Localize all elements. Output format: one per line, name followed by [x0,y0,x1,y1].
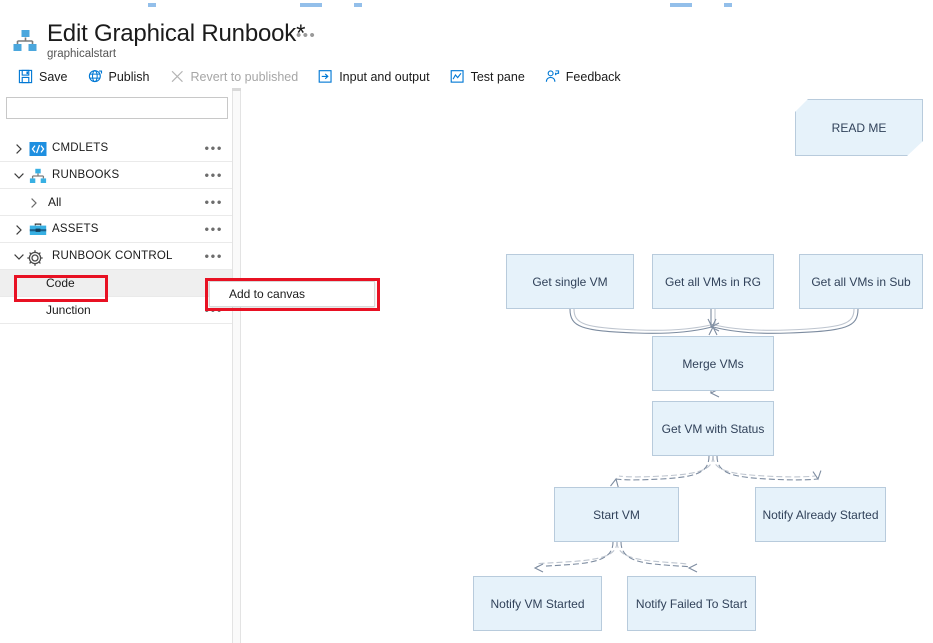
command-toolbar: Save Publish Revert to published Input a… [0,63,933,90]
canvas-node-get-single-vm[interactable]: Get single VM [506,254,634,309]
canvas-node-label: READ ME [831,120,887,135]
chevron-right-icon[interactable] [12,223,26,237]
canvas-node-notify-failed-to-start[interactable]: Notify Failed To Start [627,576,756,631]
publish-button-label: Publish [108,69,150,84]
canvas-node-get-all-vms-in-rg[interactable]: Get all VMs in RG [652,254,774,309]
tree-item-menu-button[interactable]: ••• [205,250,223,263]
tree-item-menu-button[interactable]: ••• [205,142,223,155]
save-button-label: Save [39,69,68,84]
page-header: Edit Graphical Runbook* ••• graphicalsta… [0,10,933,62]
chevron-right-icon[interactable] [27,196,41,210]
tree-item-menu-button[interactable]: ••• [205,196,223,209]
feedback-person-icon [545,69,560,84]
canvas-node-notify-already-started[interactable]: Notify Already Started [755,487,886,542]
canvas-node-label: Merge VMs [682,356,744,371]
feedback-button[interactable]: Feedback [545,63,630,90]
test-pane-label: Test pane [470,69,525,84]
canvas-node-readme[interactable]: READ ME [795,99,923,156]
input-and-output-label: Input and output [339,69,430,84]
test-pane-button[interactable]: Test pane [450,63,534,90]
runbook-editor-window: Edit Graphical Runbook* ••• graphicalsta… [0,0,933,643]
runbook-name-subtitle: graphicalstart [47,48,117,60]
test-chart-icon [450,69,465,84]
canvas-node-label: Notify Already Started [762,507,879,522]
tree-item-cmdlets[interactable]: CMDLETS ••• [0,135,232,162]
tree-item-label: Code [46,276,75,290]
runbook-canvas[interactable]: READ ME Get single VM Get all VMs in RG … [241,91,933,643]
tree-item-label: Junction [46,303,91,317]
chevron-down-icon[interactable] [12,250,26,264]
search-input[interactable] [7,98,227,118]
save-icon [18,69,33,84]
cropped-top-strip [0,0,933,10]
chevron-right-icon[interactable] [12,142,26,156]
tree-item-runbook-control[interactable]: RUNBOOK CONTROL ••• [0,243,232,270]
context-menu[interactable]: Add to canvas [209,281,375,307]
canvas-node-get-all-vms-in-sub[interactable]: Get all VMs in Sub [799,254,923,309]
tree-item-label: RUNBOOKS [52,169,120,181]
tree-item-menu-button[interactable]: ••• [205,169,223,182]
code-brackets-icon [29,141,47,157]
close-x-icon [170,69,185,84]
input-and-output-button[interactable]: Input and output [318,63,438,90]
feedback-label: Feedback [565,69,621,84]
connector-layer [533,308,859,573]
canvas-node-label: Get all VMs in RG [664,274,762,289]
globe-icon [88,69,103,84]
header-more-button[interactable]: ••• [296,28,316,43]
runbook-hierarchy-icon [11,27,39,55]
library-panel: CMDLETS ••• RUNBOOKS ••• All ••• ASSETS … [0,91,232,643]
gear-icon [26,249,44,266]
canvas-node-merge-vms[interactable]: Merge VMs [652,336,774,391]
panel-splitter[interactable] [232,91,241,643]
revert-to-published-button[interactable]: Revert to published [170,63,308,90]
tree-item-runbooks[interactable]: RUNBOOKS ••• [0,162,232,189]
chevron-down-icon[interactable] [12,169,26,183]
context-menu-item-add-to-canvas[interactable]: Add to canvas [229,287,305,301]
canvas-node-label: Notify Failed To Start [635,596,748,611]
tree-item-assets[interactable]: ASSETS ••• [0,216,232,243]
page-title: Edit Graphical Runbook* [47,20,306,47]
canvas-node-label: Get single VM [532,274,608,289]
revert-to-published-label: Revert to published [190,69,299,84]
canvas-node-notify-vm-started[interactable]: Notify VM Started [473,576,602,631]
tree-item-junction[interactable]: Junction ••• [0,297,232,324]
canvas-node-label: Get all VMs in Sub [811,274,911,289]
canvas-node-start-vm[interactable]: Start VM [554,487,679,542]
tree-item-all[interactable]: All ••• [0,189,232,216]
tree-item-code[interactable]: Code [0,270,232,297]
tree-item-label: ASSETS [52,223,99,235]
input-output-icon [318,69,333,84]
tree-item-label: CMDLETS [52,142,109,154]
hierarchy-icon [29,168,47,184]
save-button[interactable]: Save [18,63,77,90]
canvas-node-get-vm-with-status[interactable]: Get VM with Status [652,401,774,456]
briefcase-icon [29,222,47,238]
publish-button[interactable]: Publish [88,63,159,90]
library-tree: CMDLETS ••• RUNBOOKS ••• All ••• ASSETS … [0,135,232,324]
library-search-box[interactable] [6,97,228,119]
canvas-node-label: Notify VM Started [490,596,585,611]
tree-item-menu-button[interactable]: ••• [205,223,223,236]
tree-item-label: All [48,195,62,209]
canvas-node-label: Get VM with Status [661,421,765,436]
canvas-node-label: Start VM [593,507,640,522]
tree-item-label: RUNBOOK CONTROL [52,250,173,262]
